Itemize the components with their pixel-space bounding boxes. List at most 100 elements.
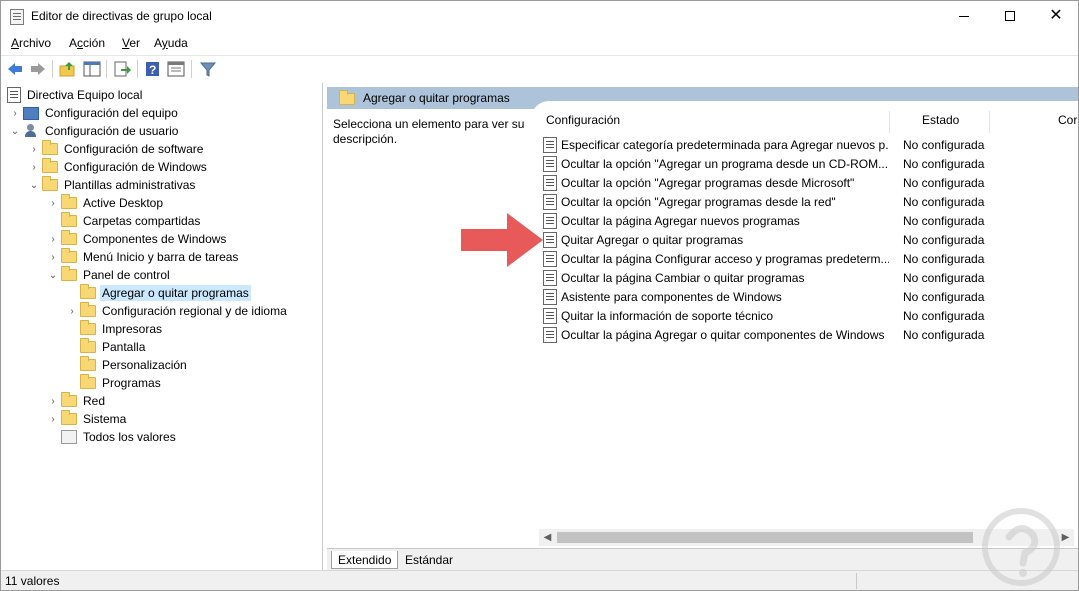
tree-item-personalizacion[interactable]: Personalización (66, 356, 189, 374)
policy-setting-icon (543, 155, 557, 172)
tree-item-carpetas[interactable]: Carpetas compartidas (47, 212, 202, 230)
chevron-right-icon[interactable]: › (47, 414, 59, 425)
setting-state: No configurada (903, 308, 985, 323)
table-row[interactable]: Ocultar la página Cambiar o quitar progr… (541, 268, 1078, 287)
column-header-comentario[interactable]: Cor (1058, 113, 1077, 133)
tree-item-windows-config[interactable]: › Configuración de Windows (28, 158, 209, 176)
table-row[interactable]: Ocultar la opción "Agregar un programa d… (541, 154, 1078, 173)
tree-item-panel-control[interactable]: ⌄ Panel de control (47, 266, 172, 284)
tree-item-pantalla[interactable]: Pantalla (66, 338, 147, 356)
close-button[interactable]: ✕ (1033, 1, 1079, 31)
folder-icon (61, 248, 77, 263)
tab-estandar[interactable]: Estándar (399, 551, 459, 569)
folder-icon (80, 356, 96, 371)
tree-item-active-desktop[interactable]: › Active Desktop (47, 194, 165, 212)
tree-item-menu-inicio[interactable]: › Menú Inicio y barra de tareas (47, 248, 240, 266)
details-header-title: Agregar o quitar programas (363, 91, 510, 105)
chevron-down-icon[interactable]: ⌄ (9, 126, 21, 137)
status-bar: 11 valores (1, 570, 1078, 590)
table-row[interactable]: Asistente para componentes de Windows No… (541, 287, 1078, 306)
chevron-down-icon[interactable]: ⌄ (28, 180, 40, 191)
chevron-right-icon[interactable]: › (47, 198, 59, 209)
tree-item-red[interactable]: › Red (47, 392, 107, 410)
setting-state: No configurada (903, 251, 985, 266)
chevron-right-icon[interactable]: › (47, 234, 59, 245)
help-button[interactable]: ? (143, 59, 163, 79)
minimize-button[interactable] (941, 1, 987, 31)
column-divider[interactable] (989, 111, 990, 133)
tree-item-root[interactable]: Directiva Equipo local (5, 86, 144, 104)
tree-item-software[interactable]: › Configuración de software (28, 140, 205, 158)
properties-view-button[interactable] (166, 59, 186, 79)
tree-item-label: Directiva Equipo local (27, 88, 143, 102)
chevron-right-icon[interactable]: › (28, 162, 40, 173)
user-icon (23, 124, 39, 138)
table-row[interactable]: Ocultar la página Configurar acceso y pr… (541, 249, 1078, 268)
tab-extendido[interactable]: Extendido (331, 551, 399, 569)
tree-item-plantillas[interactable]: ⌄ Plantillas administrativas (28, 176, 197, 194)
table-row[interactable]: Ocultar la página Agregar o quitar compo… (541, 325, 1078, 344)
up-folder-button[interactable] (58, 59, 78, 79)
tree-item-label: Configuración de usuario (45, 124, 179, 138)
column-divider[interactable] (889, 111, 890, 133)
tree-item-componentes[interactable]: › Componentes de Windows (47, 230, 228, 248)
menu-ayuda[interactable]: Ayuda (154, 36, 188, 50)
tree-item-sistema[interactable]: › Sistema (47, 410, 128, 428)
menu-archivo[interactable]: Archivo (11, 36, 51, 50)
table-row[interactable]: Quitar la información de soporte técnico… (541, 306, 1078, 325)
menu-archivo-label: rchivo (19, 36, 52, 50)
folder-icon (61, 230, 77, 245)
menu-ver[interactable]: Ver (122, 36, 140, 50)
back-button[interactable] (5, 59, 25, 79)
forward-button[interactable] (28, 59, 48, 79)
setting-state: No configurada (903, 289, 985, 304)
setting-name: Ocultar la opción "Agregar un programa d… (561, 156, 889, 171)
menu-bar: Archivo Acción Ver Ayuda (1, 32, 1078, 54)
chevron-right-icon[interactable]: › (66, 306, 78, 317)
show-hide-tree-button[interactable] (82, 59, 102, 79)
chevron-right-icon[interactable]: › (28, 144, 40, 155)
tree-item-label: Componentes de Windows (83, 232, 227, 246)
tree-item-label: Plantillas administrativas (64, 178, 196, 192)
toolbar-separator (106, 60, 107, 78)
folder-icon (339, 90, 355, 105)
column-header-configuracion[interactable]: Configuración (546, 113, 620, 133)
folder-icon (80, 284, 96, 299)
scroll-left-icon[interactable]: ◀ (539, 529, 556, 546)
chevron-right-icon[interactable]: › (9, 108, 21, 119)
tree-item-label: Carpetas compartidas (83, 214, 201, 228)
computer-icon (23, 106, 39, 120)
policy-setting-icon (543, 174, 557, 191)
table-row[interactable]: Quitar Agregar o quitar programas No con… (541, 230, 1078, 249)
scrollbar-thumb[interactable] (557, 532, 973, 543)
setting-name: Ocultar la página Agregar nuevos program… (561, 213, 800, 228)
setting-state: No configurada (903, 137, 985, 152)
table-row[interactable]: Ocultar la opción "Agregar programas des… (541, 173, 1078, 192)
tree-item-todos[interactable]: Todos los valores (47, 428, 178, 446)
column-header-estado[interactable]: Estado (922, 113, 959, 133)
menu-accion-label-a: A (69, 36, 78, 50)
tree-item-regional[interactable]: › Configuración regional y de idioma (66, 302, 289, 320)
tree-item-label: Configuración del equipo (45, 106, 178, 120)
table-row[interactable]: Ocultar la opción "Agregar programas des… (541, 192, 1078, 211)
menu-archivo-accesskey: A (11, 36, 20, 50)
tree-item-usuario[interactable]: ⌄ Configuración de usuario (9, 122, 180, 140)
policy-setting-icon (543, 269, 557, 286)
menu-accion[interactable]: Acción (69, 36, 105, 50)
tree-item-label: Panel de control (83, 268, 170, 282)
tree-item-equipo[interactable]: › Configuración del equipo (9, 104, 180, 122)
tree-item-impresoras[interactable]: Impresoras (66, 320, 164, 338)
chevron-right-icon[interactable]: › (47, 396, 59, 407)
folder-icon (61, 194, 77, 209)
menu-accion-label: ción (83, 36, 106, 50)
table-row[interactable]: Ocultar la página Agregar nuevos program… (541, 211, 1078, 230)
export-list-button[interactable] (112, 59, 132, 79)
tree-item-agregar-quitar[interactable]: Agregar o quitar programas (66, 284, 251, 302)
back-arrow-icon (8, 63, 22, 75)
table-row[interactable]: Especificar categoría predeterminada par… (541, 135, 1078, 154)
chevron-down-icon[interactable]: ⌄ (47, 270, 59, 281)
filter-button[interactable] (198, 59, 218, 79)
chevron-right-icon[interactable]: › (47, 252, 59, 263)
tree-item-programas[interactable]: Programas (66, 374, 163, 392)
maximize-button[interactable] (987, 1, 1033, 31)
